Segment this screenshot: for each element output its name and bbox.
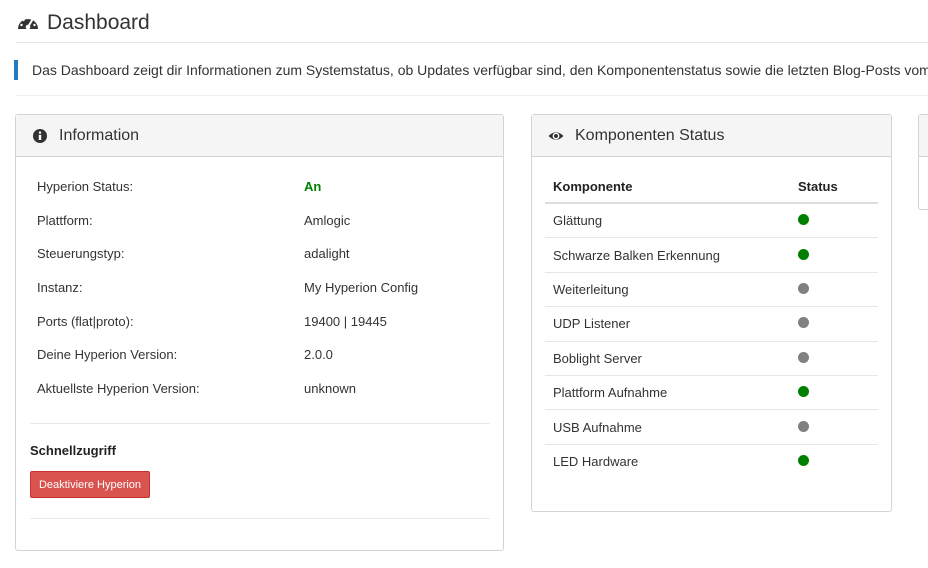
component-status (798, 420, 878, 435)
intro-callout: Das Dashboard zeigt dir Informationen zu… (14, 60, 928, 80)
table-row: Boblight Server (545, 342, 878, 376)
table-row: Weiterleitung (545, 273, 878, 308)
info-key: Plattform: (37, 212, 93, 228)
components-table: Komponente Status Glättung Schwarze Balke… (545, 170, 878, 479)
info-row-platform: Plattform: Amlogic (37, 204, 497, 238)
status-dot-icon (798, 282, 809, 294)
info-row-instance: Instanz: My Hyperion Config (37, 271, 497, 305)
component-name: USB Aufnahme (553, 419, 642, 435)
status-dot-icon (798, 386, 809, 398)
information-table: Hyperion Status: An Plattform: Amlogic S… (37, 170, 497, 405)
status-dot-icon (798, 420, 809, 432)
components-panel-heading: Komponenten Status (532, 115, 891, 157)
quick-access-divider-top (30, 423, 490, 424)
info-value: 19400 | 19445 (304, 313, 387, 329)
component-status (798, 213, 878, 228)
info-row-status: Hyperion Status: An (37, 170, 497, 204)
table-row: Plattform Aufnahme (545, 376, 878, 411)
page-title: Dashboard (47, 11, 150, 34)
info-key: Deine Hyperion Version: (37, 347, 178, 363)
header-divider (16, 42, 928, 43)
component-name: Weiterleitung (553, 281, 629, 297)
info-row-control-type: Steuerungstyp: adalight (37, 237, 497, 271)
hyperion-status-value: An (304, 179, 322, 195)
component-name: Glättung (553, 213, 603, 229)
components-panel-title: Komponenten Status (575, 126, 725, 144)
info-row-latest-version: Aktuellste Hyperion Version: unknown (37, 372, 497, 406)
component-name: UDP Listener (553, 316, 631, 332)
intro-divider (16, 95, 928, 96)
component-name: Plattform Aufnahme (553, 385, 668, 401)
info-row-ports: Ports (flat|proto): 19400 | 19445 (37, 304, 497, 338)
component-name: LED Hardware (553, 454, 639, 470)
table-row: LED Hardware (545, 445, 878, 479)
info-key: Instanz: (37, 280, 83, 296)
table-row: USB Aufnahme (545, 410, 878, 445)
third-panel-heading (919, 115, 928, 157)
status-dot-icon (798, 214, 809, 226)
table-row: Schwarze Balken Erkennung (545, 238, 878, 273)
status-dot-icon (798, 351, 809, 363)
eye-icon (548, 128, 564, 144)
info-key: Hyperion Status: (37, 179, 134, 195)
information-panel-title: Information (59, 126, 140, 144)
quick-access-title: Schnellzugriff (30, 443, 116, 458)
component-name: Boblight Server (553, 350, 642, 366)
info-value: unknown (304, 380, 357, 396)
dashboard-gauge-icon (16, 11, 40, 35)
table-row: UDP Listener (545, 307, 878, 342)
info-value: adalight (304, 246, 350, 262)
quick-access-divider-bottom (30, 518, 490, 519)
status-dot-icon (798, 455, 809, 467)
components-panel: Komponenten Status Komponente Status Glä… (531, 114, 892, 512)
info-key: Steuerungstyp: (37, 246, 125, 262)
column-header-component: Komponente (553, 178, 633, 194)
page-header: Dashboard (16, 8, 150, 38)
info-value: 2.0.0 (304, 347, 333, 363)
column-header-status: Status (798, 178, 838, 194)
component-status (798, 454, 878, 469)
info-value: My Hyperion Config (304, 280, 419, 296)
deactivate-hyperion-button[interactable]: Deaktiviere Hyperion (30, 471, 150, 498)
table-row: Glättung (545, 204, 878, 239)
status-dot-icon (798, 317, 809, 329)
component-status (798, 316, 878, 331)
info-key: Ports (flat|proto): (37, 313, 134, 329)
info-key: Aktuellste Hyperion Version: (37, 380, 200, 396)
third-panel-partial (918, 114, 928, 210)
component-status (798, 282, 878, 297)
component-status (798, 351, 878, 366)
components-table-body: Glättung Schwarze Balken Erkennung Weiterl… (545, 204, 878, 479)
information-panel: Information Hyperion Status: An Plattfor… (15, 114, 504, 551)
info-value: Amlogic (304, 212, 351, 228)
information-panel-heading: Information (16, 115, 503, 157)
component-status (798, 248, 878, 263)
components-table-header: Komponente Status (545, 170, 878, 204)
info-circle-icon (32, 128, 48, 144)
component-name: Schwarze Balken Erkennung (553, 247, 720, 263)
status-dot-icon (798, 248, 809, 260)
component-status (798, 385, 878, 400)
info-row-version: Deine Hyperion Version: 2.0.0 (37, 338, 497, 372)
